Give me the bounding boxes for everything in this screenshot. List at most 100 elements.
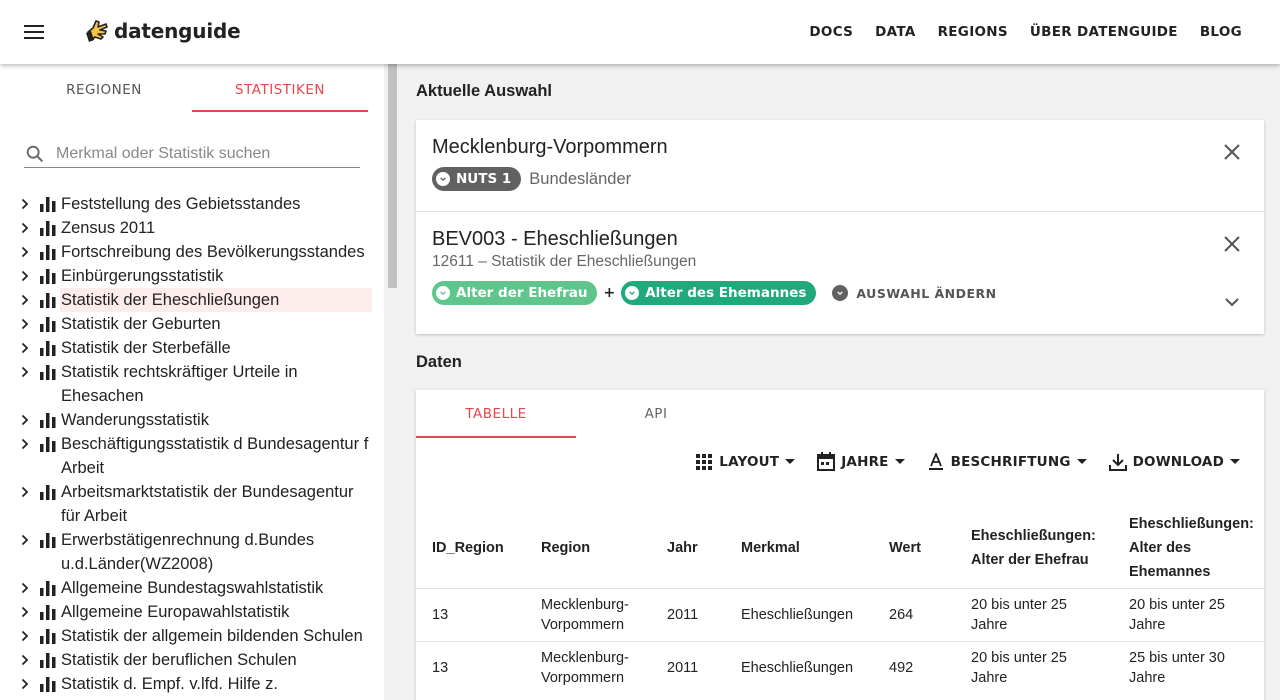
chevron-right-icon[interactable] [18,600,32,624]
tree-item[interactable]: Wanderungsstatistik [16,408,372,432]
chevron-right-icon[interactable] [18,528,32,552]
nuts-chip[interactable]: NUTS 1 [432,167,522,191]
nav-docs[interactable]: DOCS [809,24,853,40]
years-button[interactable]: JAHRE [817,452,905,472]
table-cell: 264 [873,587,955,641]
bar-chart-icon [40,216,60,240]
column-header[interactable]: Eheschließungen: Alter des Ehemannes [1113,508,1264,588]
region-level: Bundesländer [529,169,632,188]
chevron-right-icon[interactable] [18,192,32,216]
table-cell: 20 bis unter 25 Jahre [955,640,1113,694]
nuts-chip-label: NUTS 1 [456,171,512,187]
column-header[interactable]: Merkmal [725,508,873,588]
tree-item-label-wrap: Einbürgerungsstatistik [60,264,372,288]
tree-item[interactable]: Statistik rechtskräftiger Urteile in Ehe… [16,360,372,408]
tree-item-label: Erwerbstätigenrechnung d.Bundes u.d.Länd… [61,531,315,573]
grid-icon [696,454,713,470]
tree-item[interactable]: Erwerbstätigenrechnung d.Bundes u.d.Länd… [16,528,372,576]
close-icon[interactable] [1222,234,1242,254]
column-header[interactable]: Wert [873,508,955,588]
selection-card: Mecklenburg-Vorpommern NUTS 1 Bundesländ… [416,120,1264,334]
chevron-right-icon[interactable] [18,216,32,240]
scrollbar-thumb[interactable] [388,64,397,288]
column-header[interactable]: ID_Region [416,508,525,588]
bar-chart-icon [40,480,60,504]
chevron-right-icon[interactable] [18,264,32,288]
table-cell: 492 [873,640,955,694]
chevron-right-icon[interactable] [18,360,32,384]
chevron-right-icon[interactable] [18,624,32,648]
change-selection-label: AUSWAHL ÄNDERN [856,285,997,301]
plus-sign: + [603,285,616,301]
tree-item[interactable]: Feststellung des Gebietsstandes [16,192,372,216]
tree-item[interactable]: Statistik d. Empf. v.lfd. Hilfe z. [16,672,372,696]
tree-item-label: Feststellung des Gebietsstandes [61,195,301,213]
tree-item[interactable]: Statistik der Sterbefälle [16,336,372,360]
nav-data[interactable]: DATA [875,24,915,40]
tree-item[interactable]: Arbeitsmarktstatistik der Bundesagentur … [16,480,372,528]
tree-item-label-wrap: Zensus 2011 [60,216,372,240]
selection-heading: Aktuelle Auswahl [416,82,553,100]
tree-item[interactable]: Statistik der Eheschließungen [16,288,372,312]
change-selection-button[interactable]: AUSWAHL ÄNDERN [832,285,996,301]
expand-icon[interactable] [1224,296,1240,308]
nav-about[interactable]: ÜBER DATENGUIDE [1030,24,1178,40]
close-icon[interactable] [1222,142,1242,162]
tree-item-label: Statistik der Eheschließungen [61,291,280,309]
chip-alter-ehemann[interactable]: Alter des Ehemannes [621,281,817,305]
tree-item[interactable]: Statistik der allgemein bildenden Schule… [16,624,372,648]
tab-statistiken[interactable]: STATISTIKEN [192,74,368,112]
tab-regionen[interactable]: REGIONEN [16,74,192,112]
tree-item[interactable]: Zensus 2011 [16,216,372,240]
tree-item[interactable]: Statistik der Geburten [16,312,372,336]
search-icon [26,145,44,162]
column-header[interactable]: Eheschließungen: Alter der Ehefrau [955,508,1113,588]
tree-item-label-wrap: Fortschreibung des Bevölkerungsstandes [60,240,372,264]
search-input[interactable] [56,144,346,163]
bar-chart-icon [40,360,60,384]
tree-item[interactable]: Beschäftigungsstatistik d Bundesagentur … [16,432,372,480]
bar-chart-icon [40,624,60,648]
chevron-right-icon[interactable] [18,336,32,360]
tree-item[interactable]: Einbürgerungsstatistik [16,264,372,288]
tab-api[interactable]: API [576,390,736,438]
tree-item[interactable]: Allgemeine Europawahlstatistik [16,600,372,624]
column-header[interactable]: Jahr [651,508,725,588]
sidebar: REGIONEN STATISTIKEN Feststellung des Ge… [0,64,384,700]
tree-item[interactable]: Statistik der beruflichen Schulen [16,648,372,672]
logo-hand-icon [86,20,108,42]
nav-blog[interactable]: BLOG [1200,24,1242,40]
bar-chart-icon [40,672,60,696]
bar-chart-icon [40,336,60,360]
chevron-right-icon[interactable] [18,480,32,504]
sidebar-tabs: REGIONEN STATISTIKEN [16,74,368,112]
nav-regions[interactable]: REGIONS [938,24,1008,40]
tree-item[interactable]: Allgemeine Bundestagswahlstatistik [16,576,372,600]
chevron-right-icon[interactable] [18,648,32,672]
chevron-right-icon[interactable] [18,288,32,312]
table-row: 13 Mecklenburg-Vorpommern 2011 Eheschließun… [416,640,1264,694]
tab-tabelle[interactable]: TABELLE [416,390,576,438]
labels-button[interactable]: BESCHRIFTUNG [927,453,1087,471]
caret-down-icon [894,459,905,464]
chevron-right-icon[interactable] [18,408,32,432]
logo-text: datenguide [114,19,241,43]
table-cell: Eheschließungen [725,640,873,694]
chevron-right-icon[interactable] [18,240,32,264]
sidebar-scrollbar[interactable] [386,64,398,700]
menu-icon[interactable] [24,22,48,42]
column-header[interactable]: Region [525,508,651,588]
app-bar: datenguide DOCS DATA REGIONS ÜBER DATENG… [0,0,1280,64]
chevron-right-icon[interactable] [18,432,32,456]
chip-alter-ehefrau[interactable]: Alter der Ehefrau [432,281,598,305]
download-button[interactable]: DOWNLOAD [1108,453,1240,471]
chevron-right-icon[interactable] [18,576,32,600]
tree-item[interactable]: Fortschreibung des Bevölkerungsstandes [16,240,372,264]
tree-item-label: Statistik der beruflichen Schulen [61,651,297,669]
chevron-down-icon [832,285,849,301]
layout-button[interactable]: LAYOUT [695,453,796,471]
tree-item-label-wrap: Statistik der Eheschließungen [60,288,372,312]
logo[interactable]: datenguide [84,18,241,44]
chevron-right-icon[interactable] [18,312,32,336]
chevron-right-icon[interactable] [18,672,32,696]
